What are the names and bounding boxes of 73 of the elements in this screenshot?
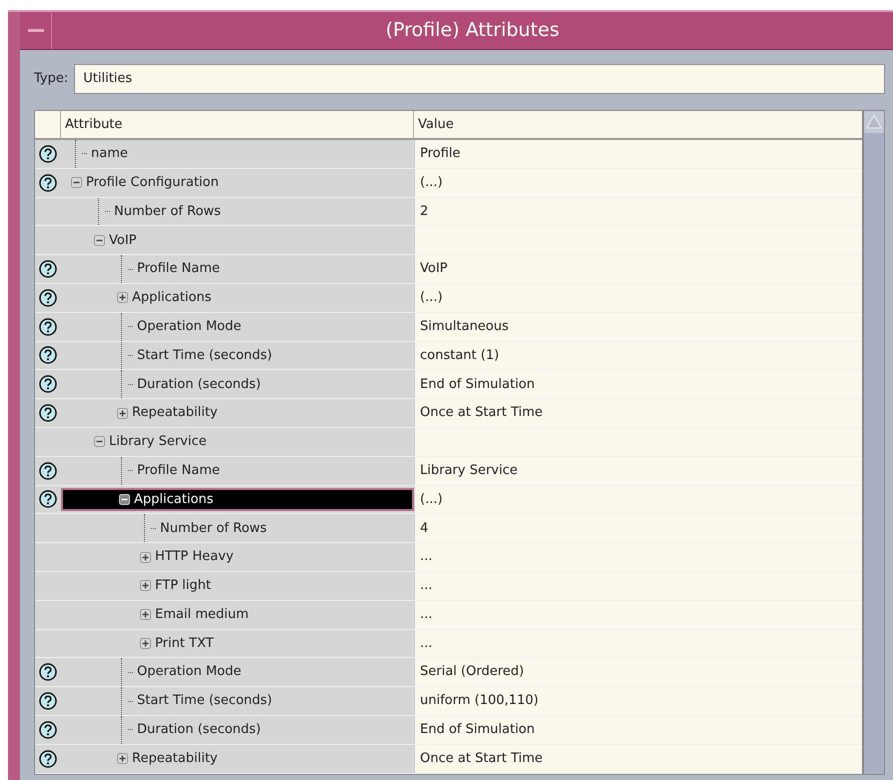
expand-icon[interactable]: [140, 609, 151, 620]
expand-icon[interactable]: [140, 552, 151, 563]
attribute-label: Applications: [134, 490, 214, 509]
attribute-label: Profile Name: [137, 462, 220, 480]
help-icon[interactable]: [39, 174, 57, 192]
help-icon[interactable]: [39, 720, 57, 739]
value-text: uniform (100,110): [420, 692, 538, 710]
attribute-label: Duration (seconds): [137, 721, 261, 740]
type-label: Type:: [34, 70, 68, 88]
value-text: constant (1): [420, 346, 500, 365]
attribute-label: Start Time (seconds): [137, 346, 272, 365]
attribute-label: name: [91, 145, 128, 164]
type-field[interactable]: Utilities: [74, 64, 885, 94]
scrollbar[interactable]: [863, 110, 885, 775]
help-icon[interactable]: [39, 288, 57, 307]
value-text: (...): [420, 174, 443, 192]
expand-icon[interactable]: [117, 292, 128, 304]
help-icon[interactable]: [39, 318, 57, 336]
help-icon[interactable]: [39, 750, 57, 768]
value-text: VoIP: [420, 260, 448, 278]
expand-icon[interactable]: [117, 408, 128, 419]
collapse-icon[interactable]: [71, 177, 82, 188]
attribute-label: Library Service: [109, 433, 207, 452]
value-text: 4: [420, 520, 428, 538]
help-icon[interactable]: [39, 462, 57, 480]
value-text: (...): [420, 490, 443, 509]
attribute-label: Start Time (seconds): [137, 692, 272, 710]
value-text: ...: [420, 548, 432, 566]
attribute-label: Operation Mode: [137, 663, 242, 682]
attribute-label: VoIP: [109, 232, 137, 250]
attribute-label: Number of Rows: [160, 520, 267, 538]
attribute-label: Profile Configuration: [86, 174, 219, 192]
collapse-icon[interactable]: [94, 436, 105, 448]
collapse-icon[interactable]: [119, 494, 130, 505]
help-icon[interactable]: [39, 663, 57, 682]
value-text: End of Simulation: [420, 376, 535, 394]
help-icon[interactable]: [39, 490, 57, 508]
attribute-label: Operation Mode: [137, 318, 242, 336]
column-header[interactable]: Value: [414, 111, 862, 138]
attribute-label: Repeatability: [132, 404, 218, 422]
value-text: Once at Start Time: [420, 404, 543, 422]
collapse-icon[interactable]: [94, 234, 105, 246]
help-icon[interactable]: [39, 346, 57, 364]
value-text: ...: [420, 634, 432, 653]
value-text: Serial (Ordered): [420, 663, 524, 682]
attribute-label: Duration (seconds): [137, 376, 261, 394]
window-title: (Profile) Attributes: [384, 18, 560, 44]
attribute-label: Number of Rows: [114, 202, 221, 221]
expand-icon[interactable]: [117, 753, 128, 764]
value-text: Once at Start Time: [420, 750, 543, 768]
help-icon[interactable]: [39, 144, 57, 163]
column-header[interactable]: Attribute: [61, 111, 414, 138]
value-text: Library Service: [420, 462, 518, 480]
help-icon[interactable]: [39, 375, 57, 394]
help-icon[interactable]: [39, 404, 57, 422]
value-text: Simultaneous: [420, 318, 509, 336]
value-text: 2: [420, 202, 428, 221]
value-text: (...): [420, 289, 443, 308]
attribute-label: FTP light: [155, 577, 211, 596]
attribute-label: Repeatability: [132, 750, 218, 768]
attribute-label: Applications: [132, 289, 212, 308]
attribute-label: HTTP Heavy: [155, 548, 234, 566]
expand-icon[interactable]: [140, 638, 151, 649]
value-text: ...: [420, 577, 432, 596]
help-icon[interactable]: [39, 692, 57, 710]
value-text: End of Simulation: [420, 721, 535, 740]
help-icon[interactable]: [39, 260, 57, 278]
attribute-label: Profile Name: [137, 260, 220, 278]
attribute-label: Print TXT: [155, 634, 214, 653]
attribute-label: Email medium: [155, 606, 249, 624]
expand-icon[interactable]: [140, 580, 151, 592]
value-text: ...: [420, 606, 432, 624]
value-text: Profile: [420, 145, 460, 164]
